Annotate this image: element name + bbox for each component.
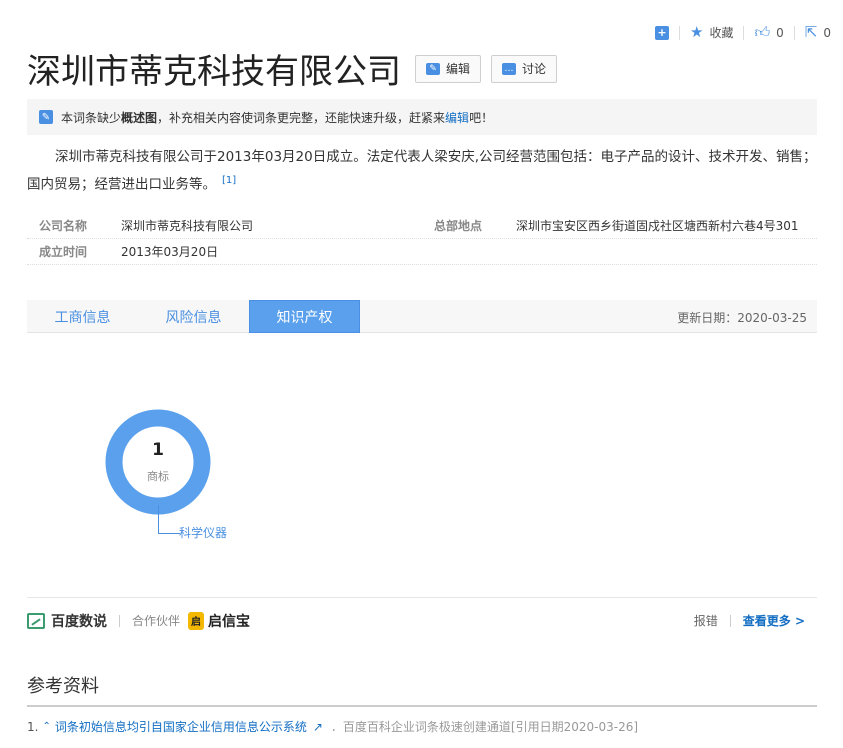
share-button[interactable]: ⇱ 0 bbox=[805, 25, 831, 40]
collect-button[interactable]: ★ 收藏 bbox=[690, 24, 733, 41]
discuss-button[interactable]: … 讨论 bbox=[491, 54, 558, 83]
segment-label: 科学仪器 bbox=[179, 526, 228, 540]
edit-button[interactable]: ✎ 编辑 bbox=[415, 54, 482, 83]
edit-note-icon: ✎ bbox=[39, 110, 53, 124]
reference-item: 1. ⌃ 词条初始信息均引自国家企业信用信息公示系统 ↗ ．百度百科企业词条极速… bbox=[27, 718, 638, 735]
caret-up-icon[interactable]: ⌃ bbox=[42, 721, 50, 732]
share-count: 0 bbox=[823, 25, 831, 40]
info-key: 成立时间 bbox=[39, 245, 88, 259]
logo2-text: 启信宝 bbox=[208, 613, 251, 630]
star-icon: ★ bbox=[689, 23, 704, 41]
qixinbao-logo[interactable]: 启 启信宝 bbox=[188, 611, 250, 631]
title-row: 深圳市蒂克科技有限公司 ✎ 编辑 … 讨论 bbox=[27, 44, 558, 93]
divider bbox=[743, 25, 745, 40]
tab-intellectual-property[interactable]: 知识产权 bbox=[249, 300, 360, 333]
summary-text: 深圳市蒂克科技有限公司于2013年03月20日成立。法定代表人梁安庆,公司经营范… bbox=[27, 149, 817, 193]
partner-label: 合作伙伴 bbox=[132, 614, 181, 628]
chart-logo-icon bbox=[27, 612, 45, 629]
like-button[interactable]: 👍︎ 0 bbox=[754, 25, 783, 40]
reference-link[interactable]: [1] bbox=[222, 175, 236, 186]
logo1-text: 百度数说 bbox=[51, 613, 107, 630]
add-entry-button[interactable]: + bbox=[654, 25, 669, 40]
missing-image-notice: ✎ 本词条缺少 概述图 ，补充相关内容使词条更完整，还能快速升级，赶紧来 编辑 吧！ bbox=[27, 99, 817, 135]
top-toolbar: + ★ 收藏 👍︎ 0 ⇱ 0 bbox=[645, 24, 831, 41]
edit-label: 编辑 bbox=[446, 62, 471, 76]
external-link-icon[interactable]: ↗ bbox=[313, 720, 323, 734]
notice-prefix: 本词条缺少 bbox=[61, 110, 122, 125]
thumbs-up-icon: 👍︎ bbox=[754, 23, 771, 41]
donut-ring bbox=[105, 409, 211, 515]
like-count: 0 bbox=[776, 25, 784, 40]
info-row: 公司名称 深圳市蒂克科技有限公司 总部地点 深圳市宝安区西乡街道固戍社区塘西新村… bbox=[27, 213, 817, 239]
summary-paragraph: 深圳市蒂克科技有限公司于2013年03月20日成立。法定代表人梁安庆,公司经营范… bbox=[27, 146, 817, 197]
basic-info-table: 公司名称 深圳市蒂克科技有限公司 总部地点 深圳市宝安区西乡街道固戍社区塘西新村… bbox=[27, 213, 817, 265]
divider bbox=[119, 614, 120, 627]
baidu-shushuo-logo[interactable]: 百度数说 bbox=[27, 611, 107, 631]
reference-meta: ．百度百科企业词条极速创建通道[引用日期2020-03-26] bbox=[330, 720, 639, 734]
report-error-link[interactable]: 报错 bbox=[694, 612, 718, 629]
info-value: 深圳市宝安区西乡街道固戍社区塘西新村六巷4号301 bbox=[516, 219, 799, 233]
share-icon: ⇱ bbox=[804, 23, 818, 41]
references-title: 参考资料 bbox=[27, 676, 99, 697]
notice-edit-link[interactable]: 编辑 bbox=[445, 109, 469, 126]
info-key: 总部地点 bbox=[434, 219, 483, 233]
info-value: 2013年03月20日 bbox=[121, 245, 219, 259]
notice-suffix: 吧！ bbox=[469, 110, 494, 125]
notice-bold: 概述图 bbox=[121, 110, 158, 125]
view-more-link[interactable]: 查看更多 > bbox=[743, 612, 805, 629]
tab-risk-info[interactable]: 风险信息 bbox=[138, 300, 249, 333]
reference-number: 1. bbox=[27, 719, 39, 734]
leader-line bbox=[158, 505, 180, 534]
donut-label: 商标 bbox=[147, 470, 169, 483]
info-value: 深圳市蒂克科技有限公司 bbox=[121, 219, 254, 233]
divider bbox=[793, 25, 795, 40]
partner-actions: 报错 查看更多 > bbox=[694, 612, 817, 629]
comment-icon: … bbox=[502, 62, 517, 75]
plus-box-icon: + bbox=[654, 25, 669, 40]
info-key: 公司名称 bbox=[39, 219, 88, 233]
partner-bar: 百度数说 合作伙伴 启 启信宝 报错 查看更多 > bbox=[27, 597, 817, 643]
info-row: 成立时间 2013年03月20日 bbox=[27, 239, 817, 265]
collect-label: 收藏 bbox=[709, 26, 734, 40]
divider bbox=[729, 614, 731, 627]
donut-count: 1 bbox=[152, 440, 164, 460]
divider bbox=[678, 25, 680, 40]
page-title: 深圳市蒂克科技有限公司 bbox=[27, 52, 401, 92]
pencil-icon: ✎ bbox=[426, 62, 440, 75]
trademark-donut-chart bbox=[105, 409, 211, 515]
update-date: 更新日期：2020-03-25 bbox=[677, 311, 807, 325]
discuss-label: 讨论 bbox=[522, 62, 547, 76]
qixinbao-icon: 启 bbox=[188, 611, 205, 630]
references-divider bbox=[27, 705, 817, 707]
data-tabs: 工商信息 风险信息 知识产权 更新日期：2020-03-25 bbox=[27, 300, 817, 333]
notice-middle: ，补充相关内容使词条更完整，还能快速升级，赶紧来 bbox=[157, 110, 446, 125]
tab-business-info[interactable]: 工商信息 bbox=[27, 300, 138, 333]
reference-link-text[interactable]: 词条初始信息均引自国家企业信用信息公示系统 bbox=[55, 718, 307, 735]
